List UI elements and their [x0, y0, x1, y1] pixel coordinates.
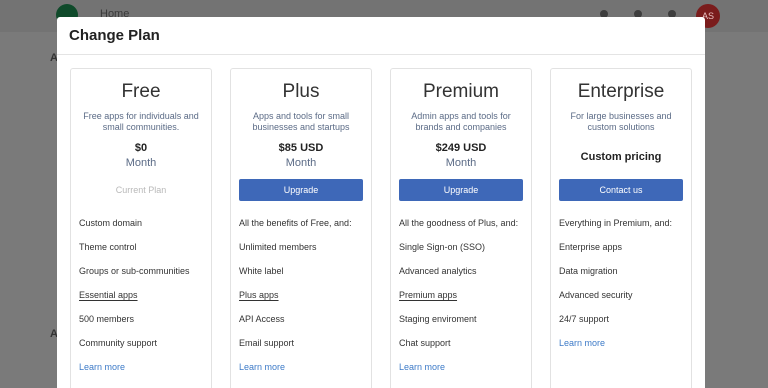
plan-price: $249 USD [435, 142, 487, 154]
plan-description: Admin apps and tools for brands and comp… [411, 111, 511, 132]
plan-name: Premium [422, 81, 499, 102]
feature-link-plus-apps[interactable]: Plus apps [239, 289, 365, 313]
learn-more-link[interactable]: Learn more [399, 362, 445, 372]
plan-period: Month [125, 157, 157, 169]
modal-header: Change Plan [57, 17, 705, 55]
plan-period: Month [285, 157, 317, 169]
feature-item: API Access [239, 314, 285, 324]
custom-pricing-label: Custom pricing [580, 151, 662, 163]
feature-item: Everything in Premium, and: [559, 218, 673, 228]
plan-price: $85 USD [278, 142, 324, 154]
feature-item: Groups or sub-communities [79, 266, 190, 276]
feature-item: All the benefits of Free, and: [239, 218, 352, 228]
feature-item: Advanced security [559, 290, 633, 300]
feature-item: White label [239, 266, 284, 276]
feature-list: All the benefits of Free, and: Unlimited… [239, 217, 365, 385]
feature-item: 500 members [79, 314, 135, 324]
feature-link-essential-apps[interactable]: Essential apps [79, 289, 205, 313]
plan-card-free: Free Free apps for individuals and small… [70, 68, 212, 388]
change-plan-modal: Change Plan Free Free apps for individua… [57, 17, 705, 388]
feature-item: Custom domain [79, 218, 143, 228]
plan-card-enterprise: Enterprise For large businesses and cust… [550, 68, 692, 388]
feature-item: Staging enviroment [399, 314, 477, 324]
feature-list: Custom domain Theme control Groups or su… [79, 217, 205, 385]
current-plan-label: Current Plan [115, 185, 167, 195]
feature-link-premium-apps[interactable]: Premium apps [399, 289, 525, 313]
upgrade-button[interactable]: Upgrade [239, 179, 363, 201]
plan-description: Free apps for individuals and small comm… [83, 111, 199, 132]
feature-item: Email support [239, 338, 295, 348]
plan-name: Plus [282, 81, 320, 102]
learn-more-link[interactable]: Learn more [239, 362, 285, 372]
upgrade-button[interactable]: Upgrade [399, 179, 523, 201]
contact-us-button[interactable]: Contact us [559, 179, 683, 201]
feature-item: All the goodness of Plus, and: [399, 218, 519, 228]
plan-name: Free [121, 81, 161, 102]
plans-container: Free Free apps for individuals and small… [70, 68, 692, 388]
plan-description: For large businesses and custom solution… [570, 111, 672, 132]
feature-item: 24/7 support [559, 314, 610, 324]
plan-price: $0 [134, 142, 148, 154]
feature-item: Theme control [79, 242, 137, 252]
modal-title: Change Plan [69, 27, 160, 44]
learn-more-link[interactable]: Learn more [559, 338, 605, 348]
feature-item: Community support [79, 338, 158, 348]
feature-item: Chat support [399, 338, 451, 348]
plan-description: Apps and tools for small businesses and … [252, 111, 350, 132]
feature-list: Everything in Premium, and: Enterprise a… [559, 217, 685, 361]
learn-more-link[interactable]: Learn more [79, 362, 125, 372]
plan-card-premium: Premium Admin apps and tools for brands … [390, 68, 532, 388]
feature-item: Unlimited members [239, 242, 317, 252]
plan-period: Month [445, 157, 477, 169]
feature-item: Enterprise apps [559, 242, 623, 252]
feature-item: Single Sign-on (SSO) [399, 242, 486, 252]
plan-name: Enterprise [577, 81, 665, 102]
feature-item: Advanced analytics [399, 266, 477, 276]
feature-list: All the goodness of Plus, and: Single Si… [399, 217, 525, 385]
feature-item: Data migration [559, 266, 618, 276]
plan-card-plus: Plus Apps and tools for small businesses… [230, 68, 372, 388]
